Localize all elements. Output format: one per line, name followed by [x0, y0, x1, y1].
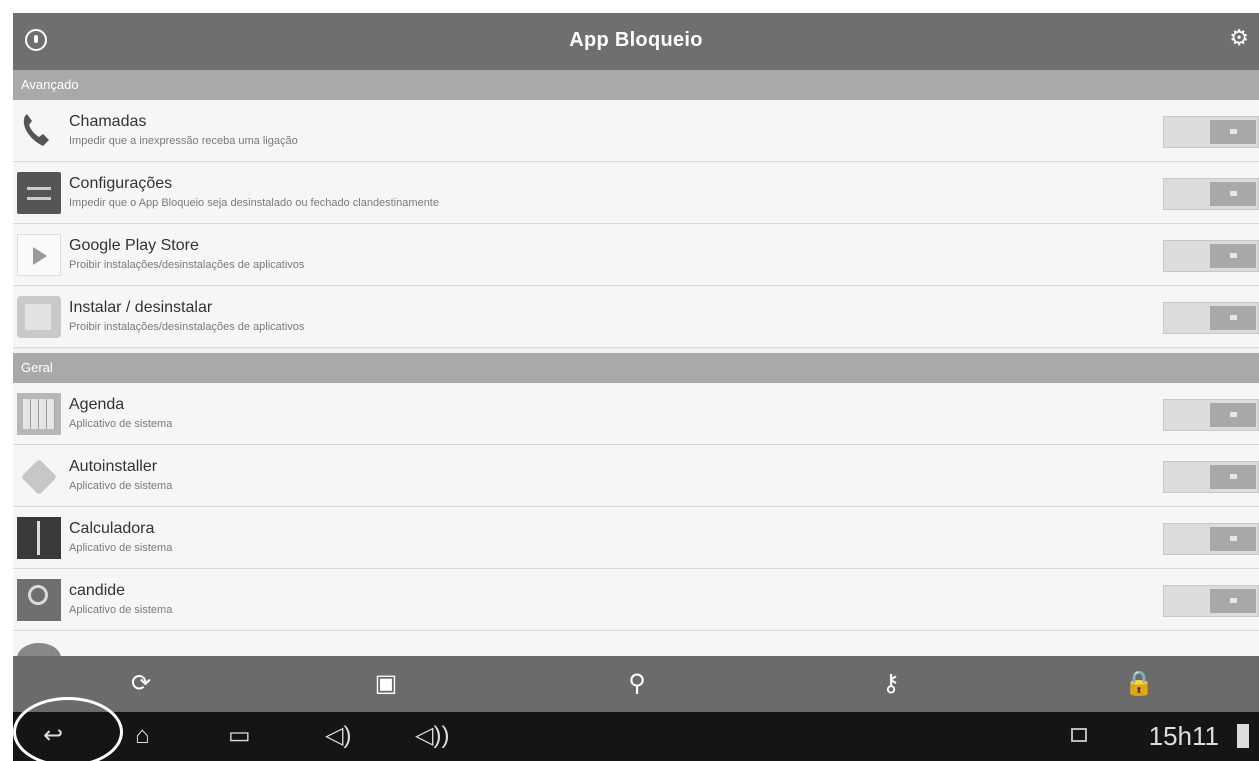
volume-down-icon[interactable]: ◁) — [325, 722, 351, 750]
key-icon[interactable]: ⚷ — [873, 666, 909, 702]
system-nav-bar: ↩ ⌂ ▭ ◁) ◁)) 15h11 — [13, 697, 1259, 761]
item-name: candide — [69, 582, 126, 599]
list-item-chamadas[interactable]: Chamadas Impedir que a inexpressão receb… — [13, 100, 1259, 162]
lock-toggle[interactable] — [1163, 116, 1259, 148]
toggle-knob — [1210, 306, 1256, 330]
item-description: Aplicativo de sistema — [69, 480, 173, 492]
calendar-icon — [17, 393, 61, 435]
item-name: Agenda — [69, 396, 125, 413]
lock-toggle[interactable] — [1163, 523, 1259, 555]
list-item-candide[interactable]: candide Aplicativo de sistema — [13, 569, 1259, 631]
item-description: Aplicativo de sistema — [69, 604, 173, 616]
candide-icon — [17, 579, 61, 621]
toggle-knob — [1210, 403, 1256, 427]
play-store-icon — [17, 234, 61, 276]
toggle-knob — [1210, 244, 1256, 268]
gallery-notification-icon — [1071, 728, 1087, 742]
status-clock: 15h11 — [1148, 721, 1219, 751]
item-name: Configurações — [69, 175, 173, 192]
list-item-configuracoes[interactable]: Configurações Impedir que o App Bloqueio… — [13, 162, 1259, 224]
action-bar: ⟳ ▣ ⚲ ⚷ 🔒 — [13, 656, 1259, 712]
toggle-knob — [1210, 465, 1256, 489]
app-screen: App Bloqueio ⚙ Avançado Chamadas Impedir… — [13, 13, 1259, 761]
item-name: Instalar / desinstalar — [69, 299, 213, 316]
phone-icon — [17, 110, 61, 152]
back-icon[interactable]: ↩ — [43, 722, 63, 750]
toggle-knob — [1210, 182, 1256, 206]
item-name: Calculadora — [69, 520, 155, 537]
search-icon[interactable]: ⚲ — [619, 666, 655, 702]
item-description: Proibir instalações/desinstalações de ap… — [69, 259, 305, 271]
settings-icon — [17, 172, 61, 214]
item-name: Autoinstaller — [69, 458, 158, 475]
toggle-knob — [1210, 589, 1256, 613]
list-item-calculadora[interactable]: Calculadora Aplicativo de sistema — [13, 507, 1259, 569]
battery-icon — [1237, 724, 1249, 748]
item-name: Chamadas — [69, 113, 147, 130]
lock-toggle[interactable] — [1163, 399, 1259, 431]
section-header-advanced: Avançado — [13, 70, 1259, 100]
lock-toggle[interactable] — [1163, 240, 1259, 272]
list-item-google-play-store[interactable]: Google Play Store Proibir instalações/de… — [13, 224, 1259, 286]
item-name: Google Play Store — [69, 237, 199, 254]
item-description: Impedir que o App Bloqueio seja desinsta… — [69, 197, 439, 209]
list-item-autoinstaller[interactable]: Autoinstaller Aplicativo de sistema — [13, 445, 1259, 507]
package-icon — [17, 455, 61, 497]
lock-icon[interactable]: 🔒 — [1121, 666, 1157, 702]
home-icon[interactable]: ⌂ — [135, 722, 150, 750]
item-description: Aplicativo de sistema — [69, 542, 173, 554]
lock-toggle[interactable] — [1163, 302, 1259, 334]
recent-apps-icon[interactable]: ▭ — [228, 722, 251, 750]
refresh-icon[interactable]: ⟳ — [123, 666, 159, 702]
list-item-agenda[interactable]: Agenda Aplicativo de sistema — [13, 383, 1259, 445]
toggle-knob — [1210, 120, 1256, 144]
item-description: Proibir instalações/desinstalações de ap… — [69, 321, 305, 333]
section-header-general: Geral — [13, 353, 1259, 383]
title-bar: App Bloqueio ⚙ — [13, 13, 1259, 70]
settings-gear-icon[interactable]: ⚙ — [1229, 25, 1249, 51]
volume-up-icon[interactable]: ◁)) — [415, 722, 449, 750]
lock-toggle[interactable] — [1163, 178, 1259, 210]
lock-toggle[interactable] — [1163, 461, 1259, 493]
item-description: Impedir que a inexpressão receba uma lig… — [69, 135, 298, 147]
item-description: Aplicativo de sistema — [69, 418, 173, 430]
save-icon[interactable]: ▣ — [368, 666, 404, 702]
installer-icon — [17, 296, 61, 338]
lock-toggle[interactable] — [1163, 585, 1259, 617]
back-highlight-circle — [13, 697, 123, 761]
calculator-icon — [17, 517, 61, 559]
toggle-knob — [1210, 527, 1256, 551]
list-item-instalar-desinstalar[interactable]: Instalar / desinstalar Proibir instalaçõ… — [13, 286, 1259, 348]
app-title: App Bloqueio — [569, 29, 703, 51]
